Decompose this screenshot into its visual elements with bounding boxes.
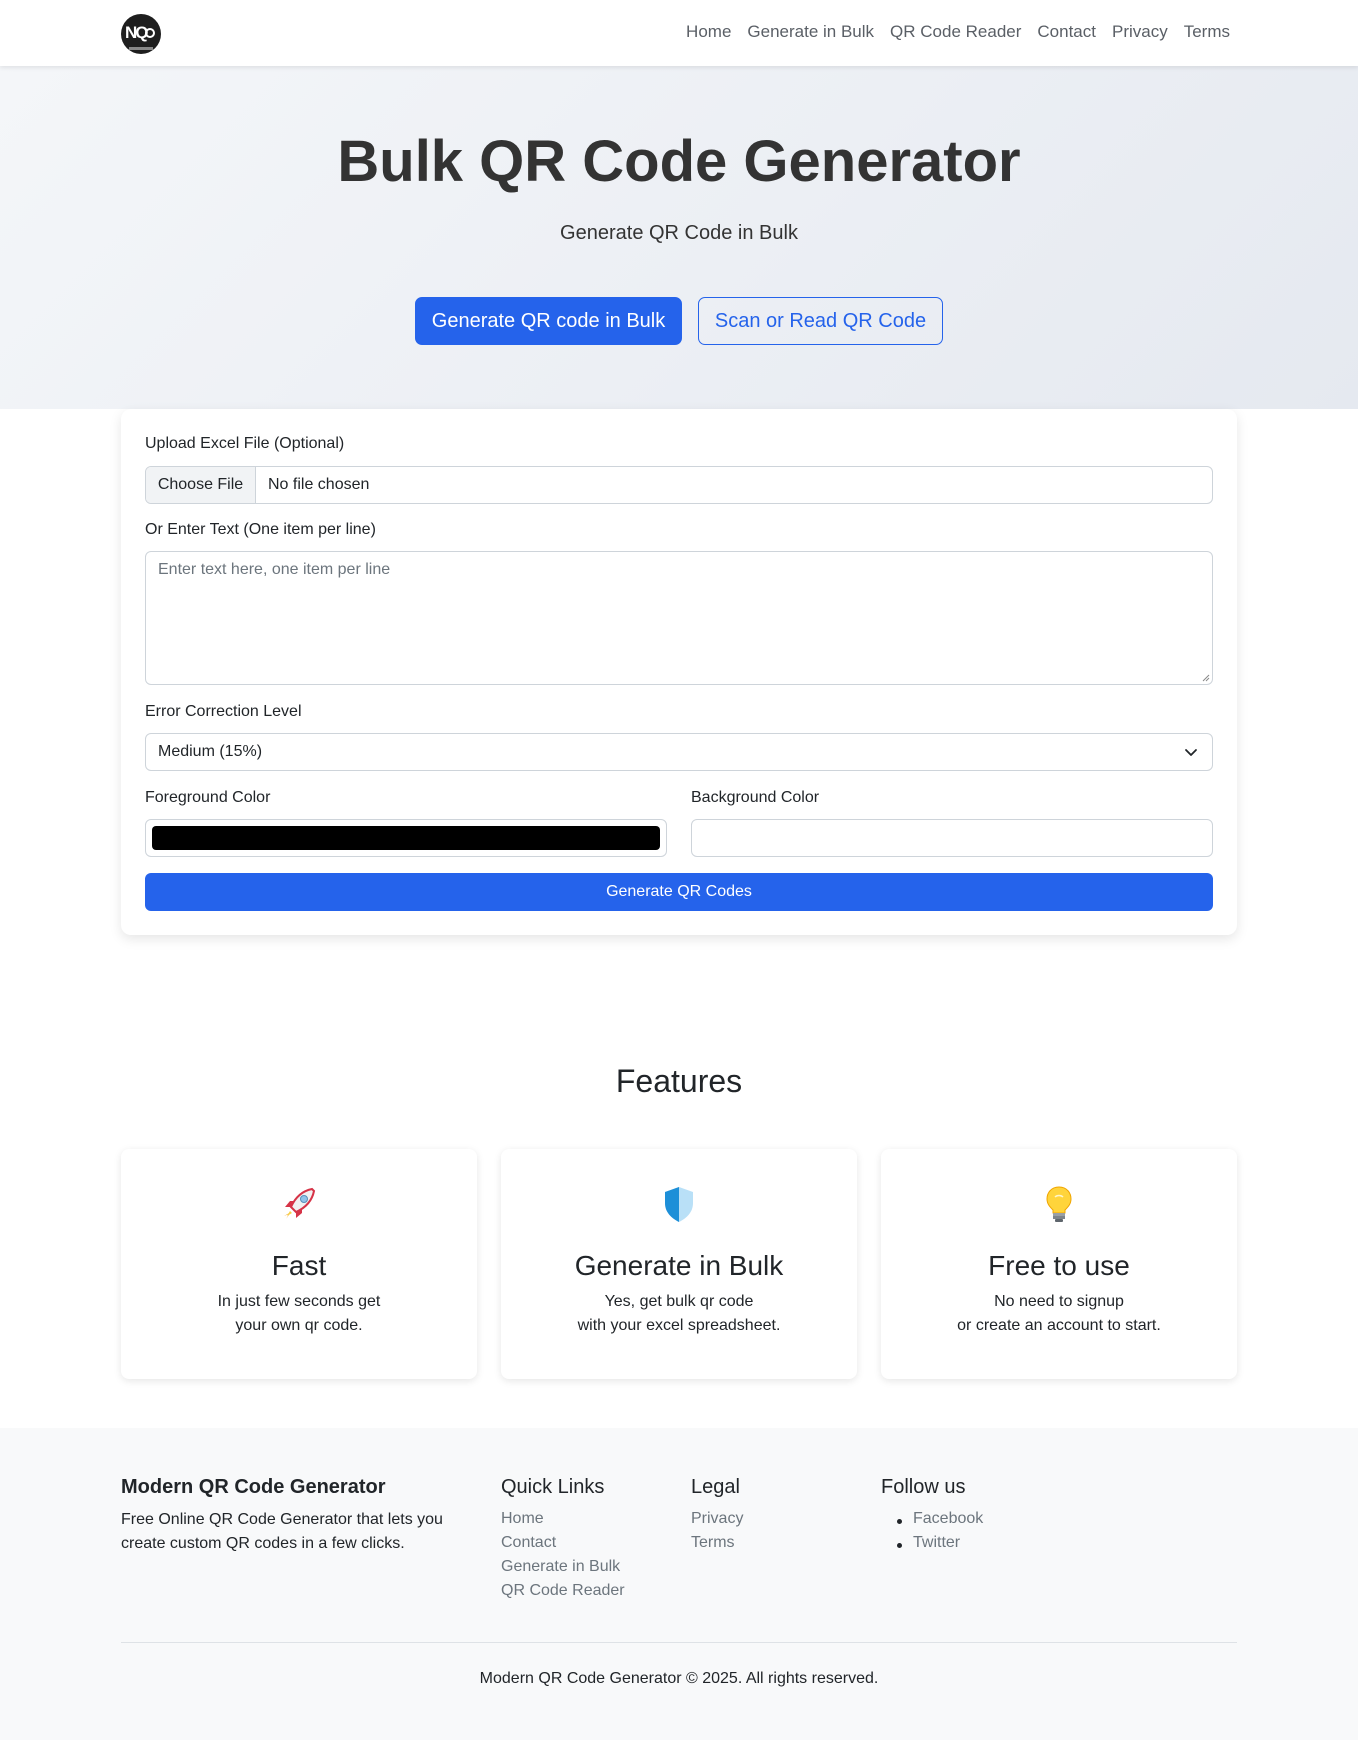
nav-link-privacy[interactable]: Privacy xyxy=(1112,22,1168,42)
feature-title: Free to use xyxy=(988,1250,1130,1281)
logo-ring xyxy=(145,28,155,38)
generate-bulk-button[interactable]: Generate QR code in Bulk xyxy=(415,297,682,345)
footer-link-generate-in-bulk[interactable]: Generate in Bulk xyxy=(501,1558,620,1576)
background-color-picker[interactable] xyxy=(691,819,1213,857)
rocket-icon xyxy=(284,1187,316,1219)
footer-link-qr-code-reader[interactable]: QR Code Reader xyxy=(501,1582,625,1600)
foreground-color-swatch xyxy=(152,826,660,850)
logo-text: NQ xyxy=(125,23,148,42)
footer-description: Free Online QR Code Generator that lets … xyxy=(121,1511,443,1552)
chevron-down-icon xyxy=(1185,749,1197,756)
feature-description-line: or create an account to start. xyxy=(957,1317,1161,1334)
nav-link-terms[interactable]: Terms xyxy=(1184,22,1230,42)
feature-description-line: with your excel spreadsheet. xyxy=(577,1317,781,1334)
footer: Modern QR Code Generator Free Online QR … xyxy=(0,1428,1358,1740)
nav-link-home[interactable]: Home xyxy=(686,22,731,42)
text-input-label: Or Enter Text (One item per line) xyxy=(145,521,376,538)
feature-card-fast: Fast In just few seconds get your own qr… xyxy=(121,1149,477,1379)
foreground-color-label: Foreground Color xyxy=(145,789,271,806)
scan-read-qr-button[interactable]: Scan or Read QR Code xyxy=(698,297,943,345)
foreground-color-picker[interactable] xyxy=(145,819,667,857)
feature-card-free: Free to use No need to signup or create … xyxy=(881,1149,1237,1379)
nav-link-qr-code-reader[interactable]: QR Code Reader xyxy=(890,22,1021,42)
file-name-text: No file chosen xyxy=(268,476,370,493)
footer-link-contact[interactable]: Contact xyxy=(501,1534,556,1552)
footer-link-facebook[interactable]: Facebook xyxy=(913,1510,983,1528)
copyright-text: Modern QR Code Generator © 2025. All rig… xyxy=(479,1670,879,1687)
upload-label: Upload Excel File (Optional) xyxy=(145,435,345,452)
site-logo[interactable]: NQ xyxy=(121,14,161,54)
logo-underline xyxy=(129,47,153,50)
nav-links: Home Generate in Bulk QR Code Reader Con… xyxy=(686,22,1230,42)
footer-link-terms[interactable]: Terms xyxy=(691,1534,735,1552)
text-items-textarea[interactable]: Enter text here, one item per line xyxy=(145,551,1213,685)
feature-description-line: Yes, get bulk qr code xyxy=(604,1293,754,1310)
footer-brand: Modern QR Code Generator xyxy=(121,1476,386,1498)
page-title: Bulk QR Code Generator xyxy=(337,129,1021,194)
hero-subtitle: Generate QR Code in Bulk xyxy=(560,222,798,244)
lightbulb-icon xyxy=(1046,1186,1072,1222)
background-color-swatch xyxy=(698,826,1206,850)
error-correction-value: Medium (15%) xyxy=(158,743,263,760)
generate-qr-codes-button[interactable]: Generate QR Codes xyxy=(145,873,1213,911)
navbar: NQ Home Generate in Bulk QR Code Reader … xyxy=(0,0,1358,66)
feature-description-line: your own qr code. xyxy=(235,1317,363,1334)
generator-form-card: Upload Excel File (Optional) Choose File… xyxy=(121,409,1237,935)
footer-divider xyxy=(121,1642,1237,1643)
features-heading: Features xyxy=(615,1063,743,1099)
feature-title: Generate in Bulk xyxy=(574,1250,784,1281)
choose-file-button[interactable]: Choose File xyxy=(146,467,256,503)
shield-icon xyxy=(665,1187,693,1222)
feature-description-line: In just few seconds get xyxy=(217,1293,381,1310)
resize-grip-icon[interactable] xyxy=(1202,674,1210,682)
nav-link-contact[interactable]: Contact xyxy=(1037,22,1096,42)
feature-card-bulk: Generate in Bulk Yes, get bulk qr code w… xyxy=(501,1149,857,1379)
feature-description-line: No need to signup xyxy=(994,1293,1124,1310)
footer-link-home[interactable]: Home xyxy=(501,1510,544,1528)
list-bullet xyxy=(897,1519,902,1524)
nav-link-generate-in-bulk[interactable]: Generate in Bulk xyxy=(747,22,874,42)
error-correction-label: Error Correction Level xyxy=(145,703,302,720)
error-correction-select[interactable]: Medium (15%) xyxy=(145,733,1213,771)
hero-section: Bulk QR Code Generator Generate QR Code … xyxy=(0,66,1358,409)
excel-file-input[interactable]: Choose File No file chosen xyxy=(145,466,1213,504)
follow-us-heading: Follow us xyxy=(881,1476,966,1498)
textarea-placeholder: Enter text here, one item per line xyxy=(158,561,391,578)
footer-link-twitter[interactable]: Twitter xyxy=(913,1534,960,1552)
quick-links-heading: Quick Links xyxy=(501,1476,605,1498)
footer-link-privacy[interactable]: Privacy xyxy=(691,1510,743,1528)
list-bullet xyxy=(897,1543,902,1548)
background-color-label: Background Color xyxy=(691,789,820,806)
feature-title: Fast xyxy=(271,1250,327,1281)
legal-heading: Legal xyxy=(691,1476,740,1498)
